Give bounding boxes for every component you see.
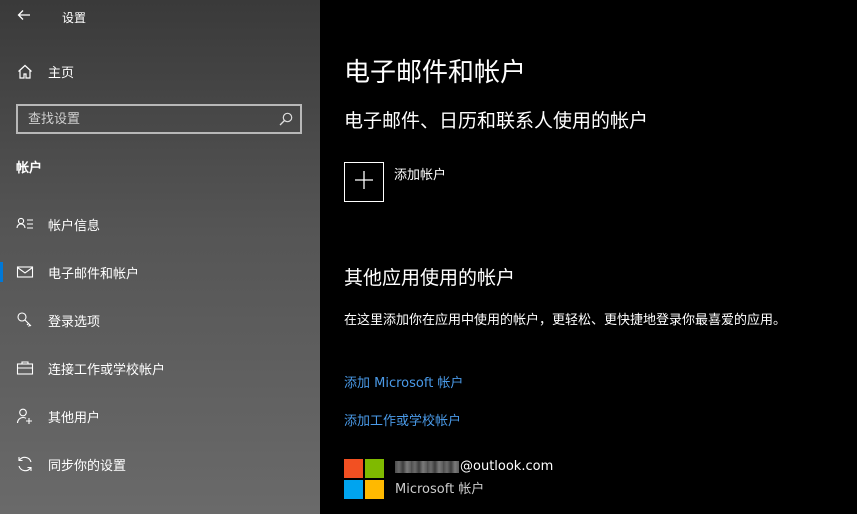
sidebar: 设置 主页 帐户 帐户信息 电子邮件和帐户 [0,0,320,514]
person-add-icon [16,407,34,425]
account-text: @outlook.com Microsoft 帐户 [395,459,553,499]
sidebar-item-label: 电子邮件和帐户 [48,266,140,282]
sidebar-nav: 帐户信息 电子邮件和帐户 登录选项 连接工作或学校帐户 其他用户 同步你的设置 [0,200,320,488]
home-label: 主页 [48,66,75,81]
sidebar-item-label: 帐户信息 [48,218,101,234]
add-account-button[interactable] [344,162,384,202]
section-other-apps-title: 其他应用使用的帐户 [344,267,516,289]
mail-icon [16,263,34,281]
sidebar-item-other-users[interactable]: 其他用户 [0,392,320,440]
sync-icon [16,455,34,473]
section-title: 帐户 [16,161,43,176]
search-icon[interactable] [278,111,294,127]
sidebar-item-work-school[interactable]: 连接工作或学校帐户 [0,344,320,392]
sidebar-item-account-info[interactable]: 帐户信息 [0,200,320,248]
account-type: Microsoft 帐户 [395,482,485,497]
app-title: 设置 [62,11,87,25]
add-work-school-account-link[interactable]: 添加工作或学校帐户 [344,410,461,429]
add-account-label[interactable]: 添加帐户 [394,164,446,183]
sidebar-item-label: 同步你的设置 [48,458,127,474]
email-suffix: @outlook.com [460,459,554,474]
search-box[interactable] [16,104,302,134]
back-arrow-icon[interactable] [16,7,36,27]
account-email: @outlook.com [395,459,553,474]
home-nav[interactable]: 主页 [16,62,74,81]
section-description: 在这里添加你在应用中使用的帐户，更轻松、更快捷地登录你最喜爱的应用。 [344,313,787,328]
microsoft-logo-icon [344,459,384,499]
sidebar-item-label: 连接工作或学校帐户 [48,362,166,378]
sidebar-item-email-accounts[interactable]: 电子邮件和帐户 [0,248,320,296]
search-input[interactable] [18,110,278,128]
home-icon [16,63,34,81]
main-content: 电子邮件和帐户 电子邮件、日历和联系人使用的帐户 添加帐户 其他应用使用的帐户 … [320,0,857,514]
redacted-username [395,460,459,473]
account-info-icon [16,215,34,233]
plus-icon [354,170,374,194]
account-entry[interactable]: @outlook.com Microsoft 帐户 [344,459,553,499]
sidebar-item-label: 登录选项 [48,314,101,330]
section-email-title: 电子邮件、日历和联系人使用的帐户 [344,110,649,132]
sidebar-item-sync-settings[interactable]: 同步你的设置 [0,440,320,488]
add-microsoft-account-link[interactable]: 添加 Microsoft 帐户 [344,372,463,391]
page-title: 电子邮件和帐户 [344,58,527,88]
briefcase-icon [16,359,34,377]
sidebar-item-sign-in-options[interactable]: 登录选项 [0,296,320,344]
key-icon [16,311,34,329]
title-bar: 设置 [0,0,320,34]
sidebar-item-label: 其他用户 [48,410,101,426]
